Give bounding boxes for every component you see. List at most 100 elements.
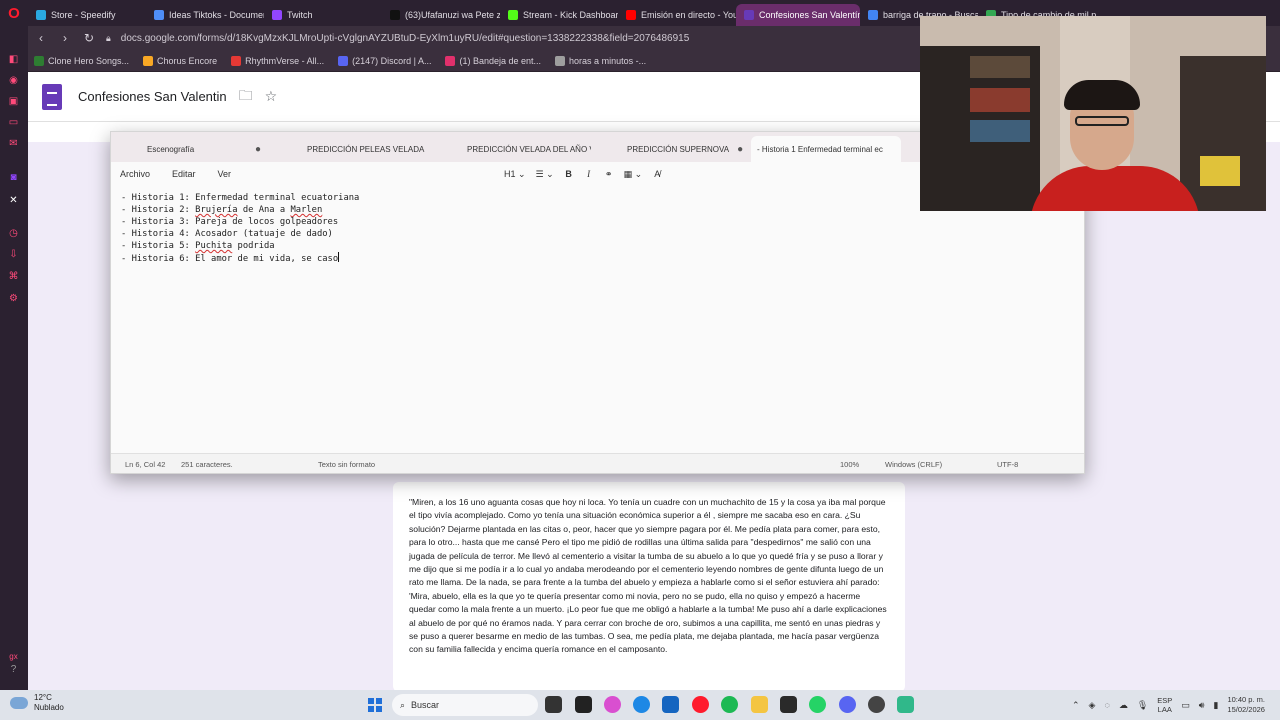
sidebar-history-icon[interactable]: ◷ [7, 227, 20, 240]
tray-app-icon[interactable]: ◈ [1089, 700, 1096, 711]
form-title[interactable]: Confesiones San Valentin [78, 89, 227, 104]
bold-button[interactable]: B [564, 169, 574, 179]
browser-tab[interactable]: Emisión en directo - YouT [618, 4, 736, 26]
chevron-up-icon[interactable]: ⌃ [1072, 700, 1080, 711]
folder-icon[interactable]: 🗀︎ [239, 85, 253, 109]
question-card[interactable]: "Miren, a los 16 uno aguanta cosas que h… [393, 482, 905, 690]
volume-icon[interactable]: 🔊︎ [1199, 700, 1205, 711]
line-text: - Historia 5: [121, 241, 196, 251]
weather-widget[interactable]: 12°C Nublado [10, 693, 64, 713]
obs-icon[interactable] [868, 696, 885, 713]
wifi-icon[interactable]: ◌ [1104, 700, 1109, 710]
discord-icon[interactable] [839, 696, 856, 713]
notepad-tab[interactable]: Escenografía ● [111, 136, 271, 162]
tab-label: Confesiones San Valentín [759, 10, 860, 20]
notepad-tab[interactable]: PREDICCIÓN VELADA DEL AÑO V● [431, 136, 591, 162]
cloud-tray-icon[interactable]: ☁ [1119, 700, 1128, 711]
browser-tab[interactable]: Ideas Tiktoks - Document [146, 4, 264, 26]
sidebar-wallet-icon[interactable]: ▭ [7, 116, 20, 129]
microphone-icon[interactable]: 🎙︎ [1137, 700, 1148, 711]
sidebar-twitch-icon[interactable]: ◙ [7, 171, 20, 184]
character-count: 251 caracteres. [181, 460, 233, 469]
notepad-tab[interactable]: PREDICCIÓN PELEAS VELADA● [271, 136, 431, 162]
sidebar-home-icon[interactable]: ◧ [7, 53, 20, 66]
system-tray: ⌃ ◈ ◌ ☁ 🎙︎ ESP LAA ▭ 🔊︎ ▮ 10:40 p. m. 15/0… [1072, 690, 1265, 720]
editor-line: - Historia 5: Puchita podrida [121, 240, 1071, 252]
bookmark-item[interactable]: horas a minutos -... [555, 55, 646, 66]
sidebar-help-icon[interactable]: ? [7, 663, 20, 676]
whatsapp-icon[interactable] [809, 696, 826, 713]
sidebar-x-icon[interactable]: ✕ [7, 194, 20, 207]
capcut-icon[interactable] [575, 696, 592, 713]
tab-favicon-icon [154, 10, 164, 20]
browser-tab[interactable]: Twitch [264, 4, 382, 26]
text-format[interactable]: Texto sin formato [318, 460, 375, 469]
sidebar-ticket-icon[interactable]: ▣ [7, 95, 20, 108]
back-icon[interactable]: ‹ [34, 31, 48, 45]
link-button[interactable]: ⚭ [604, 169, 614, 180]
zoom-level[interactable]: 100% [840, 460, 859, 469]
bookmark-item[interactable]: Chorus Encore [143, 55, 217, 66]
lock-icon[interactable]: 🔒︎ [106, 33, 111, 44]
windows-taskbar: 12°C Nublado ⌕ Buscar ⌃ ◈ ◌ ☁ 🎙︎ ESP LAA … [0, 690, 1280, 720]
encoding[interactable]: UTF-8 [997, 460, 1018, 469]
bookmark-item[interactable]: (2147) Discord | A... [338, 55, 431, 66]
sidebar-download-icon[interactable]: ⇩ [7, 248, 20, 261]
taskbar-search[interactable]: ⌕ Buscar [392, 694, 538, 716]
menu-archivo[interactable]: Archivo [120, 169, 150, 179]
google-forms-logo-icon[interactable] [42, 83, 62, 110]
line-ending[interactable]: Windows (CRLF) [885, 460, 942, 469]
list-dropdown[interactable]: ☰ ⌄ [536, 169, 554, 180]
browser-tab[interactable]: Store - Speedify [28, 4, 146, 26]
opera-taskbar-icon[interactable] [692, 696, 709, 713]
sidebar-extensions-icon[interactable]: ⌘ [7, 270, 20, 283]
browser-tab[interactable]: Confesiones San Valentín [736, 4, 860, 26]
bookmark-item[interactable]: (1) Bandeja de ent... [445, 55, 541, 66]
menu-ver[interactable]: Ver [218, 169, 232, 179]
unsaved-dot-icon[interactable]: ● [255, 144, 261, 155]
epic-games-icon[interactable] [780, 696, 797, 713]
notepad-tab[interactable]: PREDICCIÓN SUPERNOVA ● [591, 136, 751, 162]
notepad-tab[interactable]: - Historia 1 Enfermedad terminal ec [751, 136, 901, 162]
sidebar-mail-icon[interactable]: ✉ [7, 137, 20, 150]
italic-button[interactable]: I [584, 169, 594, 179]
bookmark-label: RhythmVerse - All... [245, 55, 325, 66]
bookmark-favicon-icon [231, 55, 242, 66]
table-dropdown[interactable]: ▦ ⌄ [624, 169, 643, 180]
forward-icon[interactable]: › [58, 31, 72, 45]
clear-formatting-button[interactable]: A̸ [652, 169, 662, 179]
reload-icon[interactable]: ↻ [82, 31, 96, 45]
opera-logo-icon[interactable]: O [0, 0, 28, 26]
language-indicator[interactable]: ESP LAA [1157, 696, 1172, 714]
network-icon[interactable]: ▭ [1181, 700, 1190, 711]
browser-tab[interactable]: (63)Ufafanuzi wa Pete za [382, 4, 500, 26]
clock[interactable]: 10:40 p. m. 15/02/2026 [1227, 695, 1265, 715]
file-explorer-icon[interactable] [751, 696, 768, 713]
bookmark-item[interactable]: RhythmVerse - All... [231, 55, 325, 66]
windows-start-icon[interactable] [368, 698, 382, 712]
menu-editar[interactable]: Editar [172, 169, 196, 179]
edge-icon[interactable] [633, 696, 650, 713]
star-icon[interactable]: ☆ [265, 88, 278, 105]
url-field[interactable]: docs.google.com/forms/d/18KvgMzxKJLMroUp… [121, 33, 689, 44]
store-icon[interactable] [662, 696, 679, 713]
battery-icon[interactable]: ▮ [1213, 700, 1218, 711]
heading-dropdown[interactable]: H1 ⌄ [504, 169, 526, 180]
sidebar-gx-icon[interactable]: gx [7, 650, 20, 663]
line-text: Pareja de locos golpeadores [195, 217, 339, 227]
sidebar-aria-icon[interactable]: ◉ [7, 74, 20, 87]
spotify-icon[interactable] [721, 696, 738, 713]
unsaved-dot-icon[interactable]: ● [737, 144, 743, 155]
sidebar-settings-icon[interactable]: ⚙ [7, 292, 20, 305]
notepad-taskbar-icon[interactable] [897, 696, 914, 713]
copilot-icon[interactable] [604, 696, 621, 713]
tab-label: (63)Ufafanuzi wa Pete za [405, 10, 500, 20]
tab-label: Stream - Kick Dashboard [523, 10, 618, 20]
bookmark-item[interactable]: Clone Hero Songs... [34, 55, 129, 66]
line-text: Acosador (tatuaje de dado) [195, 229, 333, 239]
line-text: podrida [232, 241, 275, 251]
tab-favicon-icon [868, 10, 878, 20]
task-view-icon[interactable] [545, 696, 562, 713]
line-text: - Historia 3: [121, 217, 196, 227]
browser-tab[interactable]: Stream - Kick Dashboard [500, 4, 618, 26]
